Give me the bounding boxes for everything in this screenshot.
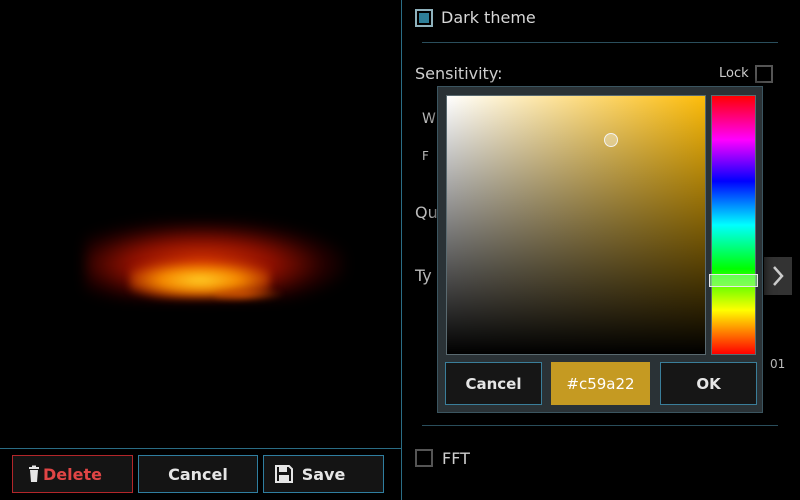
sensitivity-label: Sensitivity: xyxy=(415,64,503,83)
settings-separator xyxy=(422,425,778,426)
next-button[interactable] xyxy=(764,257,792,295)
lock-label: Lock xyxy=(719,66,749,81)
cancel-button[interactable]: Cancel xyxy=(138,455,258,493)
hue-slider[interactable] xyxy=(711,95,756,355)
save-button[interactable]: Save xyxy=(263,455,384,493)
saturation-value-square[interactable] xyxy=(446,95,706,355)
picker-cancel-button[interactable]: Cancel xyxy=(445,362,542,405)
cancel-label: Cancel xyxy=(168,464,228,484)
horizontal-divider xyxy=(0,448,401,449)
picker-ok-label: OK xyxy=(696,374,721,393)
settings-separator xyxy=(422,42,778,43)
dark-theme-checkbox[interactable] xyxy=(415,9,433,27)
partial-setting-label: Ty xyxy=(415,266,432,285)
color-hex-preview: #c59a22 xyxy=(551,362,650,405)
visualizer-preview xyxy=(0,0,401,448)
fft-label: FFT xyxy=(442,449,470,468)
picker-ok-button[interactable]: OK xyxy=(660,362,757,405)
color-picker-dialog: Cancel #c59a22 OK xyxy=(437,86,763,413)
hue-slider-handle[interactable] xyxy=(709,273,758,287)
partial-setting-label: F xyxy=(422,149,429,163)
flame-glow-tail xyxy=(215,286,285,302)
color-cursor[interactable] xyxy=(603,133,618,148)
partial-setting-label: W xyxy=(422,111,436,127)
color-hex-value: #c59a22 xyxy=(566,374,635,393)
chevron-right-icon xyxy=(773,266,784,286)
trash-icon xyxy=(29,465,39,482)
delete-button[interactable]: Delete xyxy=(12,455,133,493)
lock-checkbox[interactable] xyxy=(755,65,773,83)
dark-theme-label: Dark theme xyxy=(441,8,536,27)
delete-label: Delete xyxy=(43,464,102,484)
partial-setting-label: Qu xyxy=(415,203,438,222)
fft-checkbox[interactable] xyxy=(415,449,433,467)
partial-setting-value: 01 xyxy=(770,357,786,371)
floppy-disk-icon xyxy=(275,465,293,483)
save-label: Save xyxy=(301,464,346,484)
picker-cancel-label: Cancel xyxy=(465,374,522,393)
